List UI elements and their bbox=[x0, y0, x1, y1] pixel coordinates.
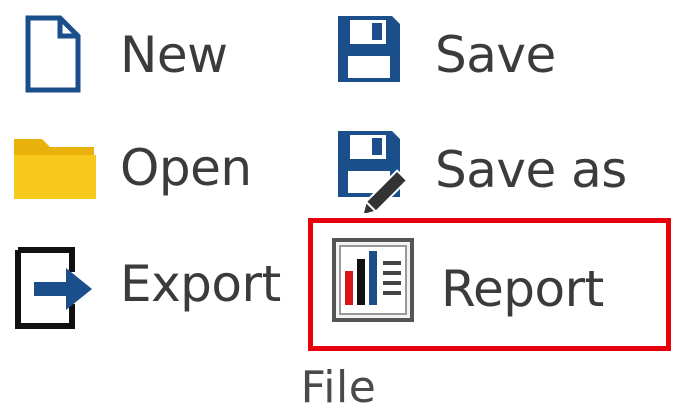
new-button-label: New bbox=[120, 26, 228, 84]
new-document-icon bbox=[25, 15, 81, 93]
open-button[interactable]: Open bbox=[0, 115, 290, 225]
save-button-label: Save bbox=[435, 26, 556, 84]
new-button[interactable]: New bbox=[0, 0, 290, 110]
report-button[interactable]: Report bbox=[308, 218, 671, 351]
save-as-button[interactable]: Save as bbox=[320, 115, 660, 225]
floppy-disk-icon bbox=[338, 16, 400, 82]
save-button[interactable]: Save bbox=[320, 0, 660, 110]
folder-icon bbox=[14, 139, 96, 199]
export-button-label: Export bbox=[120, 255, 281, 313]
export-button[interactable]: Export bbox=[0, 232, 300, 342]
save-as-button-label: Save as bbox=[435, 141, 627, 199]
report-chart-icon bbox=[332, 238, 414, 322]
ribbon-group-label: File bbox=[300, 362, 377, 413]
report-button-label: Report bbox=[441, 260, 604, 318]
export-icon bbox=[15, 247, 92, 329]
file-ribbon-group: New Open Export Save Save as Report File bbox=[0, 0, 677, 413]
floppy-disk-pen-icon bbox=[338, 131, 409, 213]
open-button-label: Open bbox=[120, 139, 252, 197]
